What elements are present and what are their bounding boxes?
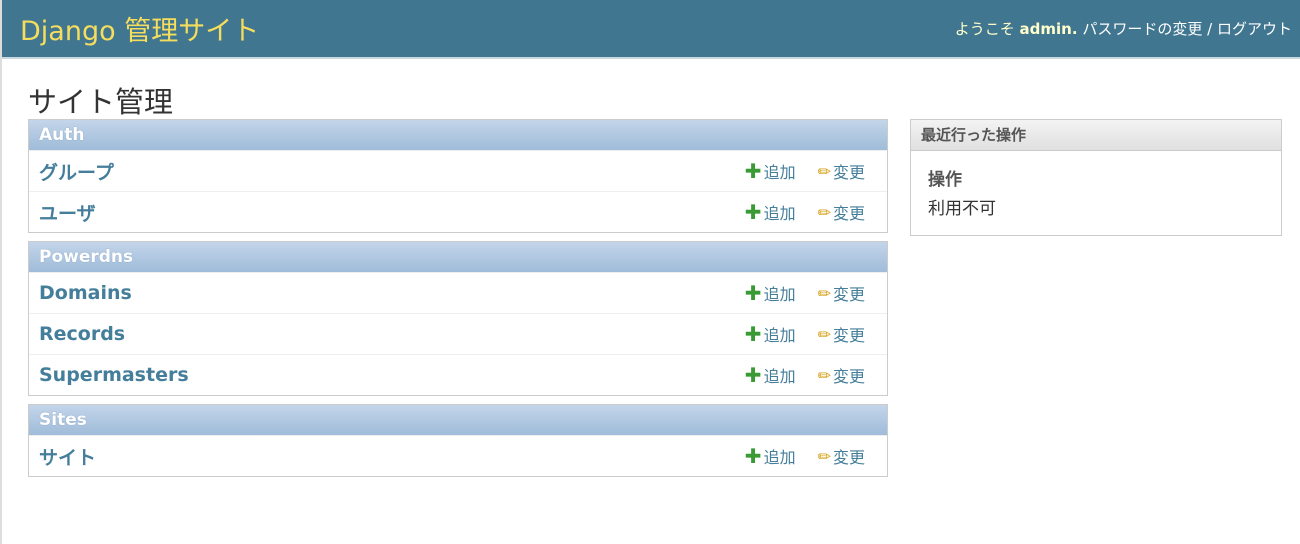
change-label: 変更	[832, 163, 865, 182]
change-label: 変更	[832, 326, 865, 345]
logout-link[interactable]: ログアウト	[1217, 20, 1292, 38]
add-link[interactable]: ✚ 追加	[745, 281, 796, 305]
add-link[interactable]: ✚ 追加	[745, 322, 796, 346]
change-link[interactable]: ✏ 変更	[818, 363, 865, 387]
model-link[interactable]: サイト	[39, 443, 745, 470]
add-label: 追加	[763, 285, 796, 304]
change-link[interactable]: ✏ 変更	[818, 159, 865, 183]
plus-icon: ✚	[744, 322, 762, 346]
plus-icon: ✚	[744, 200, 762, 224]
pencil-icon: ✏	[817, 446, 831, 466]
change-label: 変更	[832, 448, 865, 467]
site-branding[interactable]: Django 管理サイト	[20, 9, 259, 48]
change-link[interactable]: ✏ 変更	[818, 200, 865, 224]
recent-actions-module: 最近行った操作 操作 利用不可	[910, 119, 1282, 236]
add-link[interactable]: ✚ 追加	[745, 444, 796, 468]
change-link[interactable]: ✏ 変更	[818, 322, 865, 346]
model-row: Supermasters ✚ 追加 ✏ 変更	[29, 354, 887, 395]
add-link[interactable]: ✚ 追加	[745, 363, 796, 387]
app-module: Sites サイト ✚ 追加 ✏ 変更	[28, 404, 888, 477]
model-link[interactable]: Supermasters	[39, 364, 745, 386]
password-change-link[interactable]: パスワードの変更	[1082, 20, 1202, 38]
username: admin.	[1019, 20, 1078, 38]
recent-actions-empty: 利用不可	[928, 199, 996, 219]
separator: /	[1207, 20, 1213, 38]
change-label: 変更	[832, 285, 865, 304]
add-label: 追加	[763, 367, 796, 386]
model-row: Records ✚ 追加 ✏ 変更	[29, 313, 887, 354]
add-link[interactable]: ✚ 追加	[745, 159, 796, 183]
pencil-icon: ✏	[817, 283, 831, 303]
add-label: 追加	[763, 204, 796, 223]
pencil-icon: ✏	[817, 202, 831, 222]
model-link[interactable]: Domains	[39, 282, 745, 304]
welcome-text: ようこそ	[954, 20, 1015, 38]
change-link[interactable]: ✏ 変更	[818, 444, 865, 468]
recent-actions-heading: 操作	[928, 170, 962, 190]
header: Django 管理サイト ようこそ admin. パスワードの変更 / ログアウ…	[2, 0, 1300, 59]
model-link[interactable]: Records	[39, 323, 745, 345]
change-label: 変更	[832, 367, 865, 386]
pencil-icon: ✏	[817, 161, 831, 181]
plus-icon: ✚	[744, 281, 762, 305]
app-caption[interactable]: Powerdns	[29, 242, 887, 272]
model-link[interactable]: グループ	[39, 158, 745, 185]
page-title: サイト管理	[28, 85, 174, 119]
plus-icon: ✚	[744, 159, 762, 183]
pencil-icon: ✏	[817, 324, 831, 344]
app-module: Auth グループ ✚ 追加 ✏ 変更 ユーザ ✚ 追加 ✏ 変更	[28, 119, 888, 233]
app-caption[interactable]: Auth	[29, 120, 887, 150]
app-module: Powerdns Domains ✚ 追加 ✏ 変更 Records ✚ 追加 ✏ 変更 Su…	[28, 241, 888, 396]
model-row: Domains ✚ 追加 ✏ 変更	[29, 272, 887, 313]
plus-icon: ✚	[744, 444, 762, 468]
add-link[interactable]: ✚ 追加	[745, 200, 796, 224]
user-tools: ようこそ admin. パスワードの変更 / ログアウト	[955, 18, 1292, 39]
add-label: 追加	[763, 163, 796, 182]
model-row: ユーザ ✚ 追加 ✏ 変更	[29, 191, 887, 232]
recent-actions-title: 最近行った操作	[911, 120, 1281, 151]
pencil-icon: ✏	[817, 365, 831, 385]
app-caption[interactable]: Sites	[29, 405, 887, 435]
change-link[interactable]: ✏ 変更	[818, 281, 865, 305]
add-label: 追加	[763, 448, 796, 467]
plus-icon: ✚	[744, 363, 762, 387]
model-row: グループ ✚ 追加 ✏ 変更	[29, 150, 887, 191]
change-label: 変更	[832, 204, 865, 223]
model-row: サイト ✚ 追加 ✏ 変更	[29, 435, 887, 476]
add-label: 追加	[763, 326, 796, 345]
app-list: Auth グループ ✚ 追加 ✏ 変更 ユーザ ✚ 追加 ✏ 変更 Powerdns Domai…	[28, 119, 888, 485]
model-link[interactable]: ユーザ	[39, 199, 745, 226]
